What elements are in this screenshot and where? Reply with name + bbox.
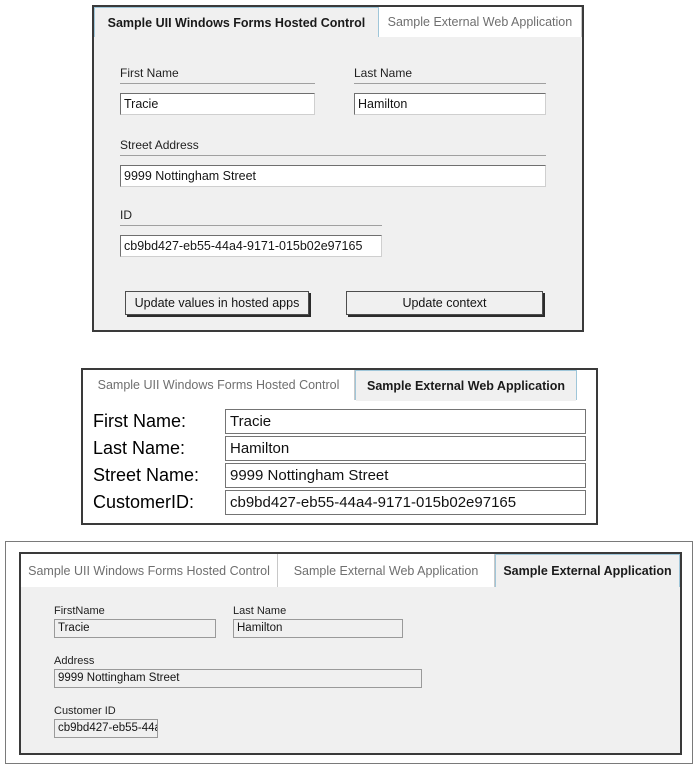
- panel2-row-customer-id: CustomerID: cb9bd427-eb55-44a4-9171-015b…: [93, 489, 586, 516]
- update-values-in-hosted-apps-button[interactable]: Update values in hosted apps: [125, 291, 309, 315]
- panel1-id-input[interactable]: cb9bd427-eb55-44a4-9171-015b02e97165: [120, 235, 382, 257]
- panel3-customer-id-label: Customer ID: [54, 705, 116, 717]
- panel1-first-name-label: First Name: [120, 66, 315, 84]
- screenshot-root: Sample UII Windows Forms Hosted Control …: [0, 0, 699, 769]
- panel3-tab-external-app-label: Sample External Application: [503, 564, 672, 578]
- panel1-street-address-label: Street Address: [120, 138, 546, 156]
- panel2-row-first-name: First Name: Tracie: [93, 408, 586, 435]
- panel1-last-name-input[interactable]: Hamilton: [354, 93, 546, 115]
- panel1-body: First Name Tracie Last Name Hamilton Str…: [94, 37, 582, 330]
- panel1-tabstrip: Sample UII Windows Forms Hosted Control …: [94, 7, 582, 38]
- update-context-button[interactable]: Update context: [346, 291, 543, 315]
- panel3-tab-hosted-control[interactable]: Sample UII Windows Forms Hosted Control: [21, 554, 278, 587]
- panel2-last-name-input[interactable]: Hamilton: [225, 436, 586, 461]
- panel3-last-name-label: Last Name: [233, 605, 287, 617]
- panel3-tab-hosted-control-label: Sample UII Windows Forms Hosted Control: [28, 563, 270, 578]
- external-application-panel: Sample UII Windows Forms Hosted Control …: [19, 552, 682, 755]
- panel2-row-last-name: Last Name: Hamilton: [93, 435, 586, 462]
- panel3-body: FirstName Tracie Last Name Hamilton Addr…: [21, 587, 680, 753]
- panel3-tab-external-web-app[interactable]: Sample External Web Application: [278, 554, 495, 587]
- panel1-last-name-field: Last Name Hamilton: [354, 66, 546, 115]
- panel3-customer-id-field: Customer ID cb9bd427-eb55-44a: [54, 705, 158, 738]
- panel1-tab-external-web-app[interactable]: Sample External Web Application: [378, 7, 582, 37]
- panel1-street-address-field: Street Address 9999 Nottingham Street: [120, 138, 546, 187]
- panel3-address-input[interactable]: 9999 Nottingham Street: [54, 669, 422, 688]
- panel2-tab-hosted-control-label: Sample UII Windows Forms Hosted Control: [97, 378, 340, 392]
- panel2-customer-id-input[interactable]: cb9bd427-eb55-44a4-9171-015b02e97165: [225, 490, 586, 515]
- panel1-tab-external-web-app-label: Sample External Web Application: [387, 15, 573, 29]
- panel2-tabstrip: Sample UII Windows Forms Hosted Control …: [83, 370, 596, 401]
- panel1-first-name-input[interactable]: Tracie: [120, 93, 315, 115]
- panel1-first-name-field: First Name Tracie: [120, 66, 315, 115]
- panel3-first-name-label: FirstName: [54, 605, 105, 617]
- panel2-street-name-label: Street Name:: [93, 465, 200, 485]
- panel2-tab-hosted-control[interactable]: Sample UII Windows Forms Hosted Control: [83, 370, 355, 400]
- panel3-customer-id-input[interactable]: cb9bd427-eb55-44a: [54, 719, 158, 738]
- external-web-application-panel: Sample UII Windows Forms Hosted Control …: [81, 368, 598, 525]
- panel1-id-label: ID: [120, 208, 382, 226]
- panel3-first-name-field: FirstName Tracie: [54, 605, 216, 638]
- panel1-street-address-input[interactable]: 9999 Nottingham Street: [120, 165, 546, 187]
- panel2-first-name-label: First Name:: [93, 411, 187, 431]
- panel1-id-field: ID cb9bd427-eb55-44a4-9171-015b02e97165: [120, 208, 382, 257]
- panel2-body: First Name: Tracie Last Name: Hamilton S…: [83, 400, 596, 523]
- panel1-tab-hosted-control-label: Sample UII Windows Forms Hosted Control: [107, 15, 366, 30]
- panel3-tabstrip: Sample UII Windows Forms Hosted Control …: [21, 554, 680, 588]
- update-context-button-label: Update context: [402, 296, 487, 310]
- panel2-tab-empty-stub: [577, 370, 596, 400]
- panel3-address-label: Address: [54, 655, 95, 667]
- panel2-row-street-name: Street Name: 9999 Nottingham Street: [93, 462, 586, 489]
- panel3-tab-external-app[interactable]: Sample External Application: [495, 554, 680, 588]
- panel3-first-name-input[interactable]: Tracie: [54, 619, 216, 638]
- panel2-tab-external-web-app-label: Sample External Web Application: [367, 378, 565, 393]
- panel3-last-name-field: Last Name Hamilton: [233, 605, 403, 638]
- panel2-tab-external-web-app[interactable]: Sample External Web Application: [355, 370, 577, 401]
- panel2-last-name-label: Last Name:: [93, 438, 186, 458]
- panel2-first-name-input[interactable]: Tracie: [225, 409, 586, 434]
- panel3-last-name-input[interactable]: Hamilton: [233, 619, 403, 638]
- update-values-in-hosted-apps-button-label: Update values in hosted apps: [134, 296, 300, 310]
- panel2-street-name-input[interactable]: 9999 Nottingham Street: [225, 463, 586, 488]
- panel2-customer-id-label: CustomerID:: [93, 492, 195, 512]
- panel1-tab-hosted-control[interactable]: Sample UII Windows Forms Hosted Control: [94, 7, 379, 38]
- hosted-control-panel: Sample UII Windows Forms Hosted Control …: [92, 5, 584, 332]
- panel3-address-field: Address 9999 Nottingham Street: [54, 655, 422, 688]
- panel3-tab-external-web-app-label: Sample External Web Application: [293, 563, 479, 578]
- panel1-last-name-label: Last Name: [354, 66, 546, 84]
